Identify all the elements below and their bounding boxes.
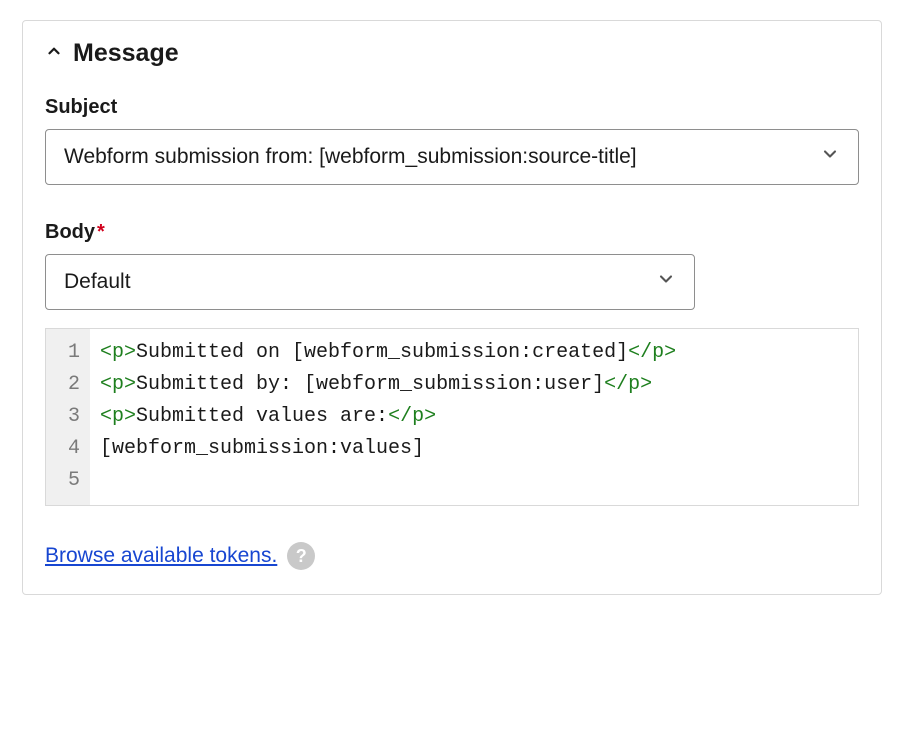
line-number: 5	[56, 465, 82, 497]
line-number: 4	[56, 433, 82, 465]
subject-select-value: Webform submission from: [webform_submis…	[64, 145, 637, 169]
chevron-down-icon	[644, 269, 676, 295]
code-line: <p>Submitted on [webform_submission:crea…	[100, 337, 848, 369]
code-gutter: 12345	[46, 329, 90, 505]
body-format-select[interactable]: Default	[45, 254, 695, 310]
required-mark: *	[97, 221, 105, 243]
line-number: 2	[56, 369, 82, 401]
code-line	[100, 465, 848, 497]
code-content[interactable]: <p>Submitted on [webform_submission:crea…	[90, 329, 858, 505]
body-field: Body* Default 12345 <p>Submitted on [web…	[45, 221, 859, 506]
code-line: <p>Submitted values are:</p>	[100, 401, 848, 433]
body-label: Body*	[45, 221, 859, 244]
code-line: <p>Submitted by: [webform_submission:use…	[100, 369, 848, 401]
message-panel: Message Subject Webform submission from:…	[22, 20, 882, 595]
browse-tokens-link[interactable]: Browse available tokens.	[45, 544, 277, 568]
subject-field: Subject Webform submission from: [webfor…	[45, 96, 859, 185]
help-icon[interactable]: ?	[287, 542, 315, 570]
line-number: 3	[56, 401, 82, 433]
code-line: [webform_submission:values]	[100, 433, 848, 465]
line-number: 1	[56, 337, 82, 369]
subject-label: Subject	[45, 96, 859, 119]
subject-select[interactable]: Webform submission from: [webform_submis…	[45, 129, 859, 185]
body-label-text: Body	[45, 221, 95, 243]
chevron-up-icon	[45, 42, 63, 65]
panel-title: Message	[73, 39, 179, 68]
message-panel-header[interactable]: Message	[45, 39, 859, 68]
panel-footer: Browse available tokens. ?	[45, 542, 859, 570]
body-code-editor[interactable]: 12345 <p>Submitted on [webform_submissio…	[45, 328, 859, 506]
chevron-down-icon	[808, 144, 840, 170]
body-format-value: Default	[64, 270, 131, 294]
